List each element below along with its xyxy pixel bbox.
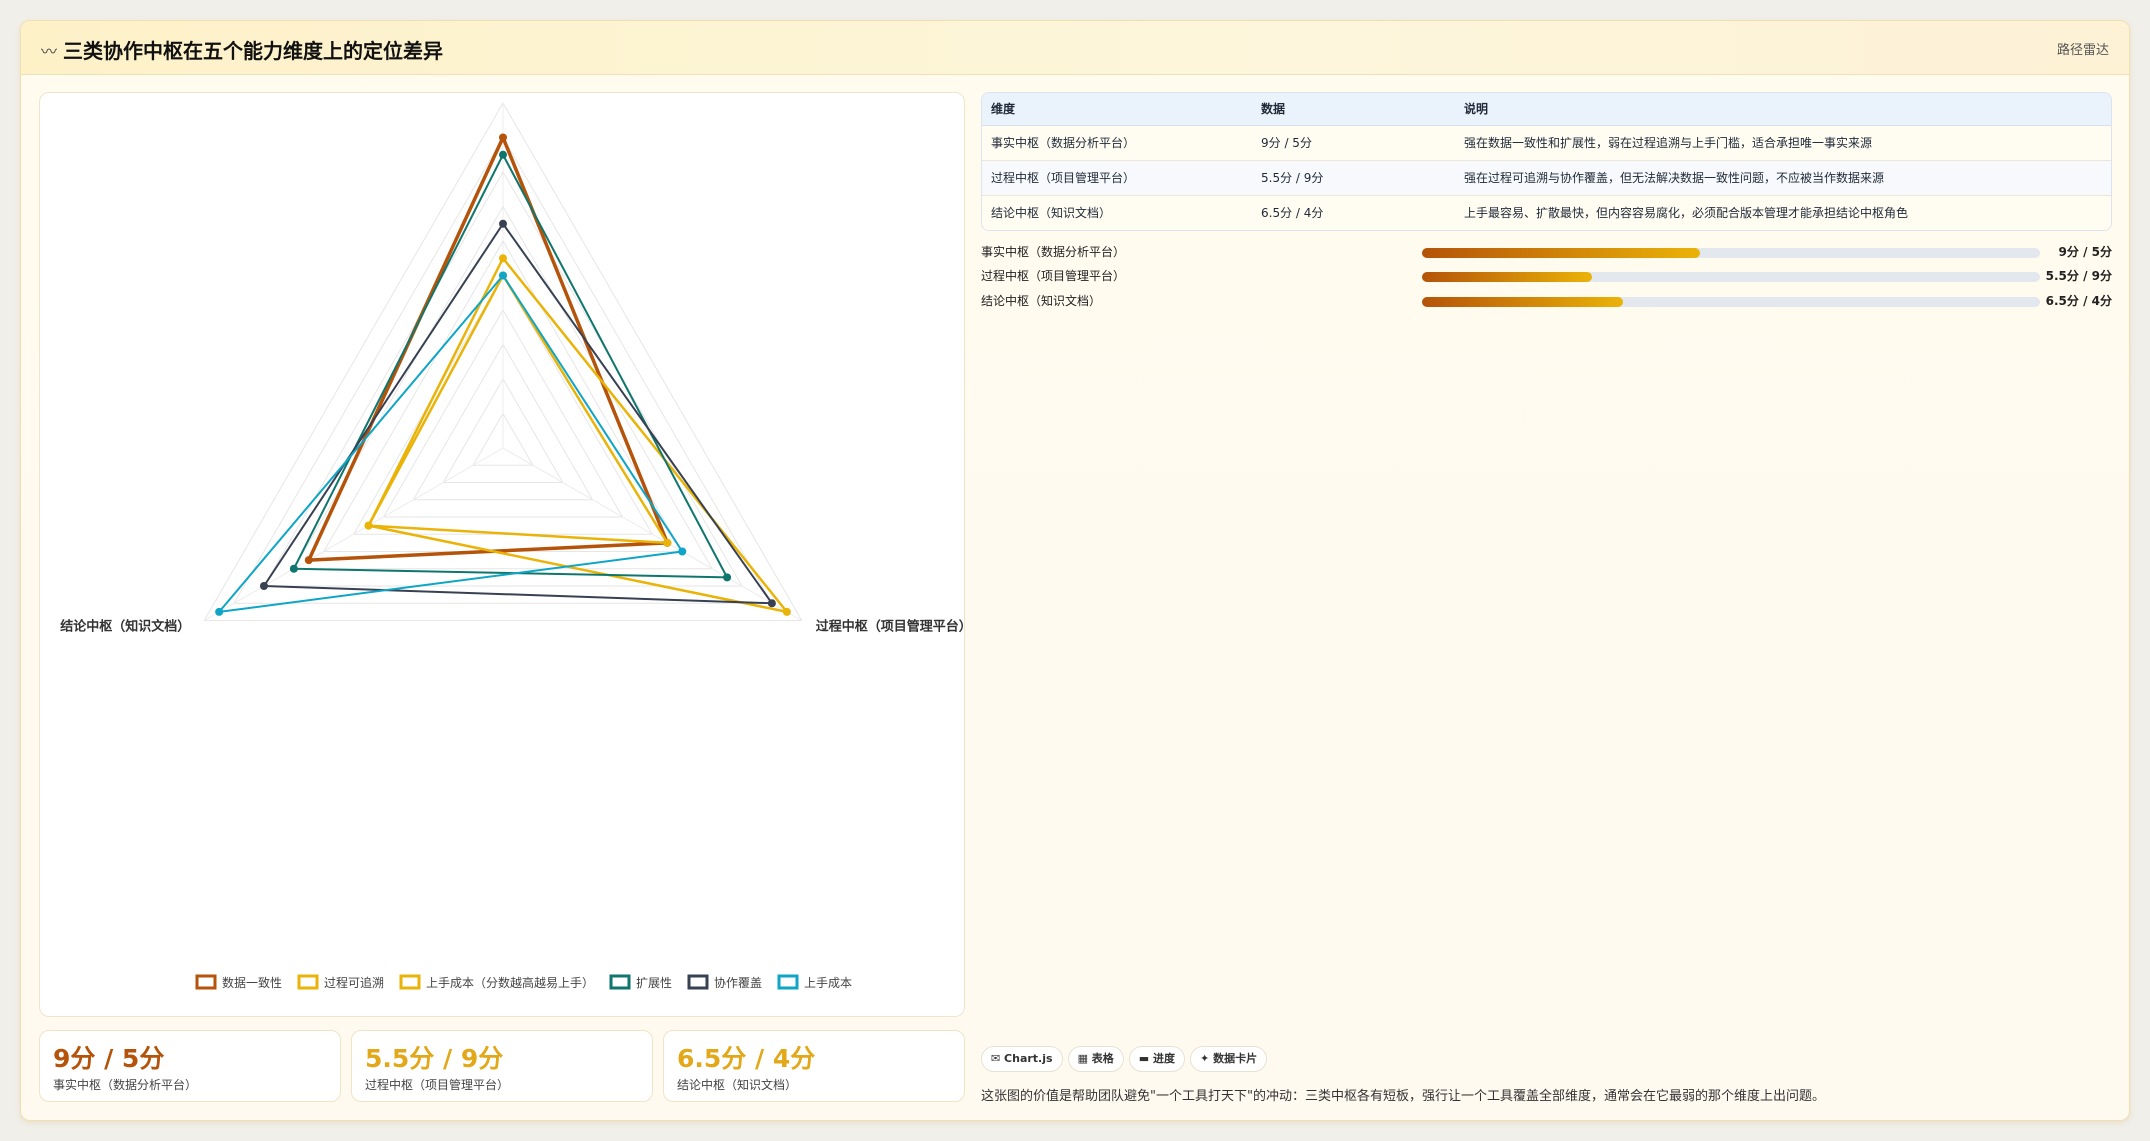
radar-data-point (215, 607, 224, 616)
table-cell: 结论中枢（知识文档） (982, 195, 1252, 230)
legend-label: 数据一致性 (222, 975, 282, 990)
legend-label: 扩展性 (636, 976, 672, 990)
progress-value: 5.5分 / 9分 (2045, 269, 2112, 283)
tag-data-card[interactable]: ✦ 数据卡片 (1190, 1046, 1268, 1072)
radar-chart-icon: 〰 (41, 42, 58, 61)
data-table: 维度 数据 说明 事实中枢（数据分析平台） 9分 / 5分 强在数据一致性和扩展… (981, 92, 2112, 231)
legend-label: 协作覆盖 (714, 975, 762, 990)
stat-card-fact: 9分 / 5分 事实中枢（数据分析平台） (39, 1030, 341, 1102)
radar-data-point (289, 564, 298, 573)
legend-label: 上手成本（分数越高越易上手） (426, 975, 594, 990)
progress-fill (1422, 272, 1592, 282)
radar-series-line (307, 135, 670, 562)
table-header-cell: 说明 (1455, 93, 2111, 126)
table-row: 事实中枢（数据分析平台） 9分 / 5分 强在数据一致性和扩展性，弱在过程追溯与… (982, 125, 2111, 161)
radar-data-point (663, 538, 672, 547)
progress-label: 事实中枢（数据分析平台） (981, 245, 1126, 259)
table-cell: 5.5分 / 9分 (1252, 160, 1455, 196)
radar-axis-label: 过程中枢（项目管理平台） (816, 619, 966, 635)
stat-label: 事实中枢（数据分析平台） (53, 1078, 198, 1092)
tag-progress[interactable]: ▬ 进度 (1128, 1046, 1186, 1072)
stat-value: 5.5分 / 9分 (365, 1044, 504, 1073)
radar-data-point (782, 607, 791, 616)
table-cell: 上手最容易、扩散最快，但内容容易腐化，必须配合版本管理才能承担结论中枢角色 (1455, 195, 2111, 230)
progress-track (1422, 272, 2040, 282)
radar-series-line (367, 274, 669, 545)
stat-label: 过程中枢（项目管理平台） (365, 1078, 510, 1092)
tag-chartjs[interactable]: ✉ Chart.js (981, 1046, 1063, 1072)
table-header-cell: 维度 (982, 93, 1252, 126)
radar-data-point (499, 254, 507, 263)
radar-data-point (259, 582, 268, 590)
stat-value: 9分 / 5分 (53, 1044, 165, 1073)
legend-swatch (609, 974, 631, 990)
footnote: 这张图的价值是帮助团队避免"一个工具打天下"的冲动：三类中枢各有短板，强行让一个… (981, 1089, 1825, 1104)
progress-row: 结论中枢（知识文档） 6.5分 / 4分 (981, 292, 2112, 308)
radar-series-line (292, 153, 729, 579)
page-title: 三类协作中枢在五个能力维度上的定位差异 (63, 39, 443, 63)
tech-tags: ✉ Chart.js ▦ 表格 ▬ 进度 ✦ 数据卡片 (981, 1046, 1272, 1072)
radar-data-point (767, 599, 776, 608)
dashboard-card: 〰 三类协作中枢在五个能力维度上的定位差异 路径雷达 事实中枢（数据分析平台）过… (20, 20, 2130, 1121)
tag-table[interactable]: ▦ 表格 (1067, 1046, 1124, 1072)
radar-data-point (364, 521, 373, 530)
progress-value: 6.5分 / 4分 (2045, 294, 2112, 308)
radar-data-point (499, 271, 507, 280)
stat-card-process: 5.5分 / 9分 过程中枢（项目管理平台） (351, 1030, 653, 1102)
radar-series-line (262, 222, 773, 605)
table-cell: 6.5分 / 4分 (1252, 195, 1455, 230)
legend-swatch (297, 974, 319, 990)
radar-data-point (678, 547, 687, 556)
table-cell: 强在数据一致性和扩展性，弱在过程追溯与上手门槛，适合承担唯一事实来源 (1455, 125, 2111, 161)
card-header: 〰 三类协作中枢在五个能力维度上的定位差异 路径雷达 (21, 21, 2129, 75)
table-header-cell: 数据 (1252, 93, 1455, 126)
chart-kind-label: 路径雷达 (2056, 43, 2109, 58)
radar-data-point (304, 556, 313, 565)
progress-label: 过程中枢（项目管理平台） (981, 269, 1126, 283)
table-cell: 9分 / 5分 (1252, 125, 1455, 161)
radar-data-point (723, 573, 732, 582)
legend-swatch (399, 974, 421, 990)
stat-label: 结论中枢（知识文档） (677, 1078, 798, 1092)
radar-data-point (499, 150, 507, 159)
stat-card-conclusion: 6.5分 / 4分 结论中枢（知识文档） (663, 1030, 965, 1102)
progress-label: 结论中枢（知识文档） (981, 294, 1102, 308)
legend-swatch (777, 974, 799, 990)
progress-track (1422, 297, 2040, 307)
legend-label: 过程可追溯 (324, 975, 384, 990)
table-cell: 过程中枢（项目管理平台） (982, 160, 1252, 196)
legend-swatch (195, 974, 217, 990)
table-row: 结论中枢（知识文档） 6.5分 / 4分 上手最容易、扩散最快，但内容容易腐化，… (982, 195, 2111, 230)
table-header-row: 维度 数据 说明 (982, 93, 2111, 126)
stat-value: 6.5分 / 4分 (677, 1044, 816, 1073)
radar-data-point (499, 219, 507, 228)
progress-row: 过程中枢（项目管理平台） 5.5分 / 9分 (981, 267, 2112, 283)
table-cell: 事实中枢（数据分析平台） (982, 125, 1252, 161)
progress-row: 事实中枢（数据分析平台） 9分 / 5分 (981, 243, 2112, 259)
table-cell: 强在过程可追溯与协作覆盖，但无法解决数据一致性问题，不应被当作数据来源 (1455, 160, 2111, 196)
progress-value: 9分 / 5分 (2058, 245, 2112, 259)
legend-swatch (687, 974, 709, 990)
radar-axis-label: 结论中枢（知识文档） (60, 619, 190, 635)
radar-data-point (499, 133, 507, 142)
radar-chart-panel: 事实中枢（数据分析平台）过程中枢（项目管理平台）结论中枢（知识文档）数据一致性过… (39, 92, 966, 1017)
table-row: 过程中枢（项目管理平台） 5.5分 / 9分 强在过程可追溯与协作覆盖，但无法解… (982, 160, 2111, 196)
radar-series-line (218, 274, 684, 613)
legend-label: 上手成本 (804, 976, 852, 990)
radar-chart: 事实中枢（数据分析平台）过程中枢（项目管理平台）结论中枢（知识文档）数据一致性过… (60, 101, 966, 990)
progress-track (1422, 248, 2040, 258)
progress-fill (1422, 248, 1701, 258)
progress-fill (1422, 297, 1623, 307)
